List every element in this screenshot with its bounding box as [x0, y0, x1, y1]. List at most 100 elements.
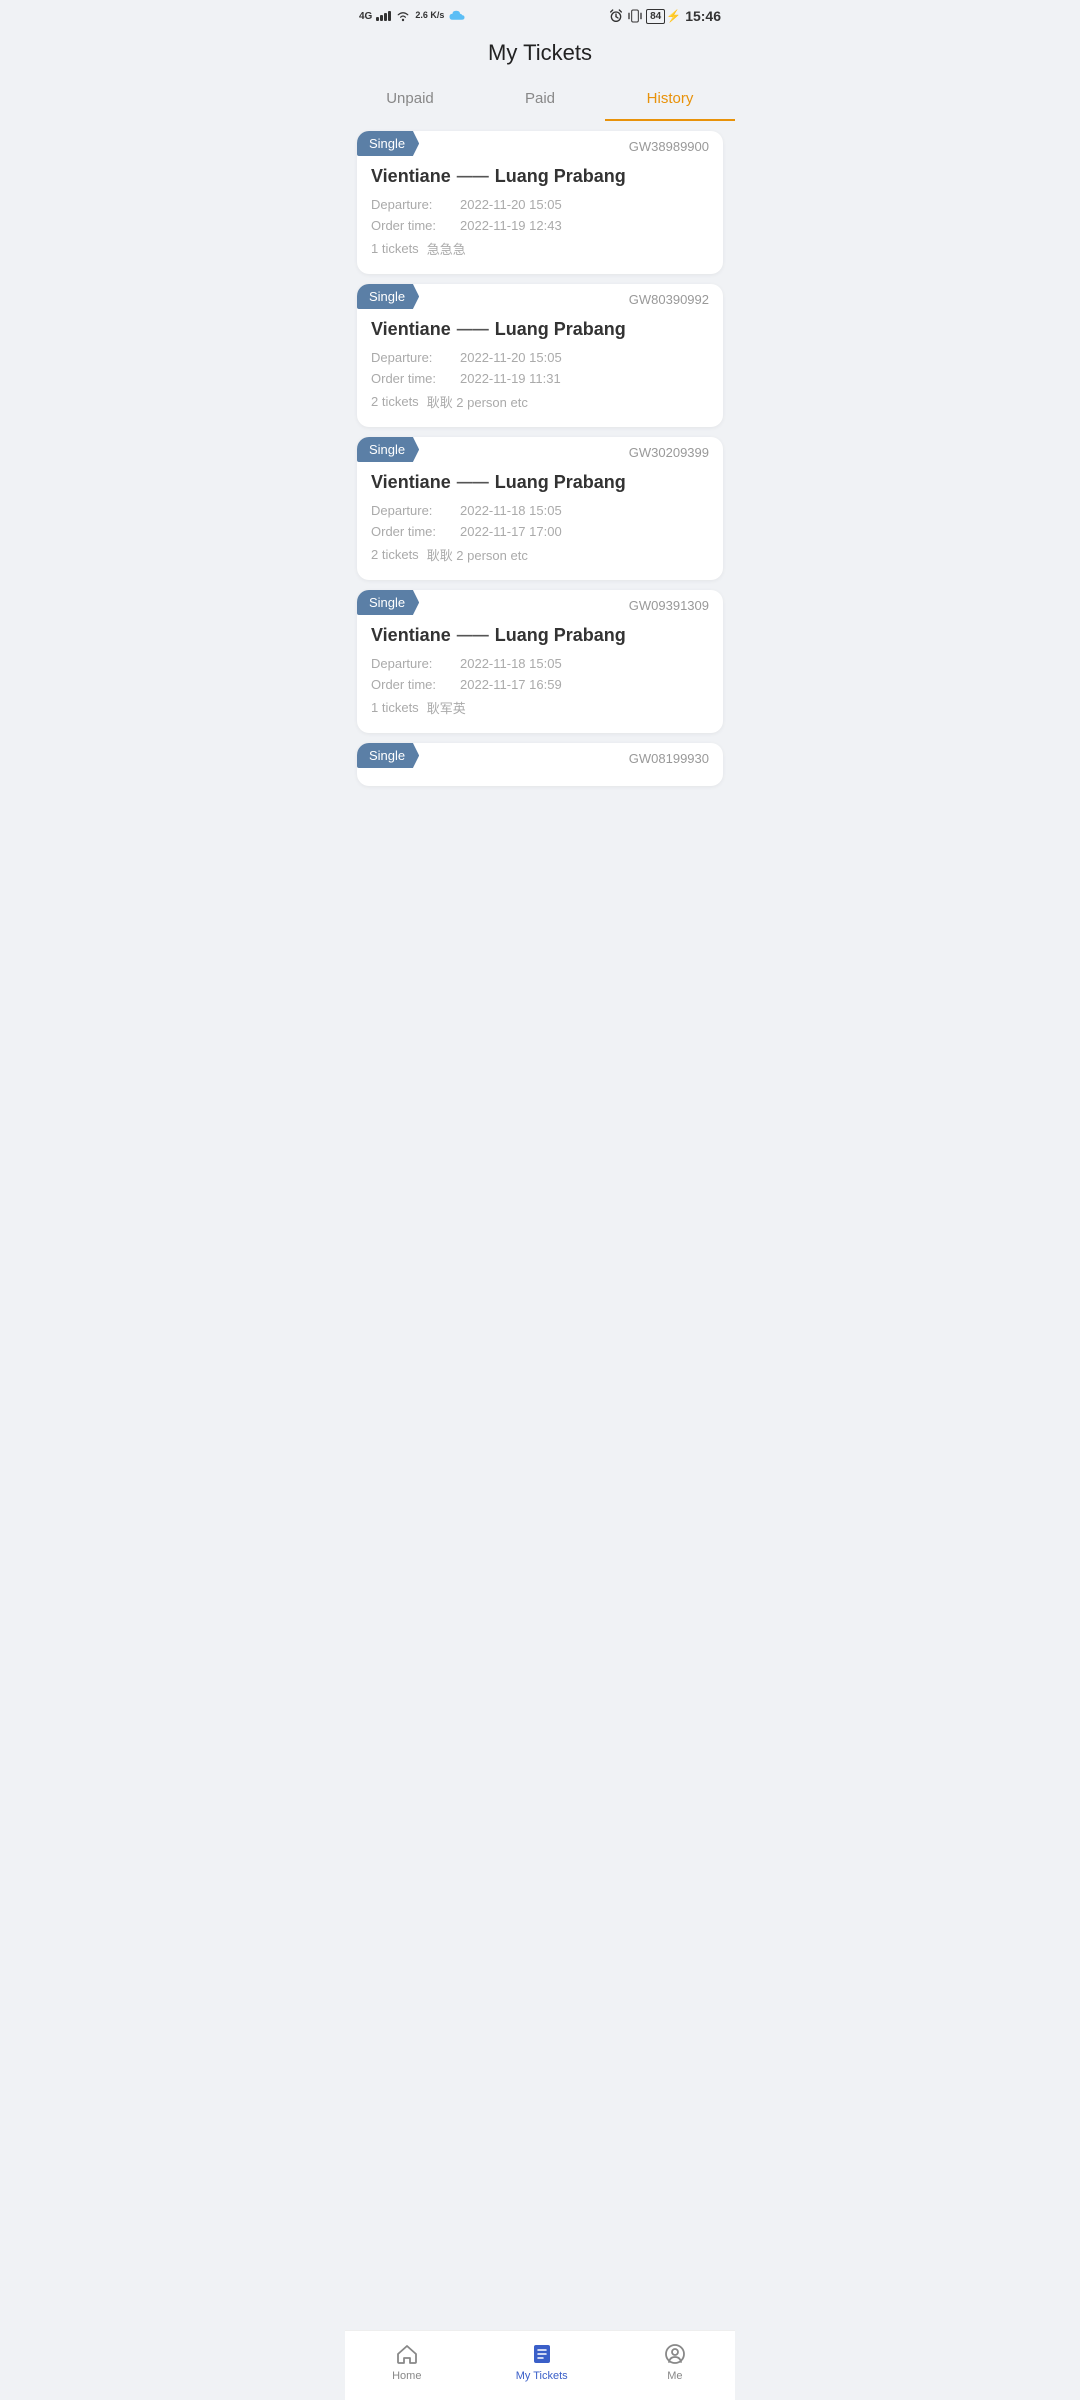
- page-header: My Tickets: [345, 28, 735, 66]
- order-time-value: 2022-11-17 17:00: [460, 524, 562, 539]
- tab-unpaid[interactable]: Unpaid: [345, 80, 475, 121]
- order-time-row: Order time: 2022-11-19 11:31: [371, 371, 709, 386]
- departure-row: Departure: 2022-11-18 15:05: [371, 656, 709, 671]
- wifi-icon: [395, 10, 411, 22]
- card-header: Single GW80390992: [357, 284, 723, 319]
- order-time-label: Order time:: [371, 524, 456, 539]
- mytickets-icon: [529, 2341, 555, 2367]
- ticket-type-tag: Single: [357, 284, 419, 309]
- me-icon: [662, 2341, 688, 2367]
- tickets-row: 2 tickets 耿耿 2 person etc: [371, 392, 709, 411]
- departure-value: 2022-11-20 15:05: [460, 197, 562, 212]
- card-body: Vientiane —— Luang Prabang Departure: 20…: [357, 166, 723, 258]
- home-icon: [394, 2341, 420, 2367]
- tab-bar: Unpaid Paid History: [345, 66, 735, 121]
- tickets-count: 2 tickets: [371, 394, 419, 409]
- destination: Luang Prabang: [495, 472, 626, 493]
- destination: Luang Prabang: [495, 625, 626, 646]
- time: 15:46: [685, 8, 721, 24]
- ticket-card[interactable]: Single GW38989900 Vientiane —— Luang Pra…: [357, 131, 723, 274]
- passenger-name: 耿耿 2 person etc: [427, 392, 528, 411]
- order-id: GW30209399: [629, 437, 709, 460]
- departure-value: 2022-11-18 15:05: [460, 656, 562, 671]
- route-arrow: ——: [457, 321, 489, 339]
- status-bar: 4G 2.6 K/s: [345, 0, 735, 28]
- tab-history[interactable]: History: [605, 80, 735, 121]
- passenger-name: 耿耿 2 person etc: [427, 545, 528, 564]
- order-id: GW08199930: [629, 743, 709, 766]
- ticket-card[interactable]: Single GW80390992 Vientiane —— Luang Pra…: [357, 284, 723, 427]
- route-arrow: ——: [457, 474, 489, 492]
- status-right: 84 ⚡ 15:46: [608, 8, 721, 24]
- tickets-row: 2 tickets 耿耿 2 person etc: [371, 545, 709, 564]
- ticket-type-tag: Single: [357, 437, 419, 462]
- page-title: My Tickets: [345, 40, 735, 66]
- battery-level: 84 ⚡: [646, 9, 681, 24]
- passenger-name: 急急急: [427, 239, 466, 258]
- tickets-count: 2 tickets: [371, 547, 419, 562]
- origin: Vientiane: [371, 625, 451, 646]
- origin: Vientiane: [371, 166, 451, 187]
- route-arrow: ——: [457, 168, 489, 186]
- nav-home-label: Home: [392, 2370, 421, 2382]
- tickets-count: 1 tickets: [371, 700, 419, 715]
- ticket-type-tag: Single: [357, 131, 419, 156]
- route: Vientiane —— Luang Prabang: [371, 472, 709, 493]
- tickets-row: 1 tickets 耿军英: [371, 698, 709, 717]
- route: Vientiane —— Luang Prabang: [371, 625, 709, 646]
- ticket-list: Single GW38989900 Vientiane —— Luang Pra…: [345, 121, 735, 886]
- card-header: Single GW38989900: [357, 131, 723, 166]
- order-id: GW09391309: [629, 590, 709, 613]
- order-time-label: Order time:: [371, 371, 456, 386]
- departure-label: Departure:: [371, 197, 456, 212]
- card-body: Vientiane —— Luang Prabang Departure: 20…: [357, 319, 723, 411]
- order-time-label: Order time:: [371, 218, 456, 233]
- order-time-value: 2022-11-17 16:59: [460, 677, 562, 692]
- departure-row: Departure: 2022-11-20 15:05: [371, 197, 709, 212]
- card-body: Vientiane —— Luang Prabang Departure: 20…: [357, 625, 723, 717]
- tickets-row: 1 tickets 急急急: [371, 239, 709, 258]
- card-header: Single GW09391309: [357, 590, 723, 625]
- departure-label: Departure:: [371, 350, 456, 365]
- status-left: 4G 2.6 K/s: [359, 9, 466, 23]
- bottom-nav: Home My Tickets Me: [345, 2330, 735, 2400]
- tickets-count: 1 tickets: [371, 241, 419, 256]
- order-time-row: Order time: 2022-11-19 12:43: [371, 218, 709, 233]
- card-header: Single GW30209399: [357, 437, 723, 472]
- route-arrow: ——: [457, 627, 489, 645]
- alarm-icon: [608, 8, 624, 24]
- nav-me[interactable]: Me: [662, 2341, 688, 2382]
- tab-paid[interactable]: Paid: [475, 80, 605, 121]
- departure-value: 2022-11-20 15:05: [460, 350, 562, 365]
- card-header: Single GW08199930: [357, 743, 723, 778]
- ticket-card[interactable]: Single GW08199930: [357, 743, 723, 786]
- ticket-card[interactable]: Single GW09391309 Vientiane —— Luang Pra…: [357, 590, 723, 733]
- order-time-row: Order time: 2022-11-17 17:00: [371, 524, 709, 539]
- route: Vientiane —— Luang Prabang: [371, 319, 709, 340]
- route: Vientiane —— Luang Prabang: [371, 166, 709, 187]
- nav-me-label: Me: [667, 2370, 682, 2382]
- origin: Vientiane: [371, 472, 451, 493]
- signal-icon: [376, 11, 391, 21]
- order-time-value: 2022-11-19 12:43: [460, 218, 562, 233]
- card-body: Vientiane —— Luang Prabang Departure: 20…: [357, 472, 723, 564]
- ticket-type-tag: Single: [357, 743, 419, 768]
- destination: Luang Prabang: [495, 319, 626, 340]
- order-id: GW80390992: [629, 284, 709, 307]
- origin: Vientiane: [371, 319, 451, 340]
- destination: Luang Prabang: [495, 166, 626, 187]
- network-type: 4G: [359, 11, 372, 22]
- departure-label: Departure:: [371, 503, 456, 518]
- departure-row: Departure: 2022-11-18 15:05: [371, 503, 709, 518]
- nav-mytickets[interactable]: My Tickets: [516, 2341, 568, 2382]
- nav-home[interactable]: Home: [392, 2341, 421, 2382]
- order-id: GW38989900: [629, 131, 709, 154]
- ticket-card[interactable]: Single GW30209399 Vientiane —— Luang Pra…: [357, 437, 723, 580]
- passenger-name: 耿军英: [427, 698, 466, 717]
- departure-value: 2022-11-18 15:05: [460, 503, 562, 518]
- ticket-type-tag: Single: [357, 590, 419, 615]
- order-time-label: Order time:: [371, 677, 456, 692]
- departure-label: Departure:: [371, 656, 456, 671]
- order-time-value: 2022-11-19 11:31: [460, 371, 561, 386]
- vibrate-icon: [628, 8, 642, 24]
